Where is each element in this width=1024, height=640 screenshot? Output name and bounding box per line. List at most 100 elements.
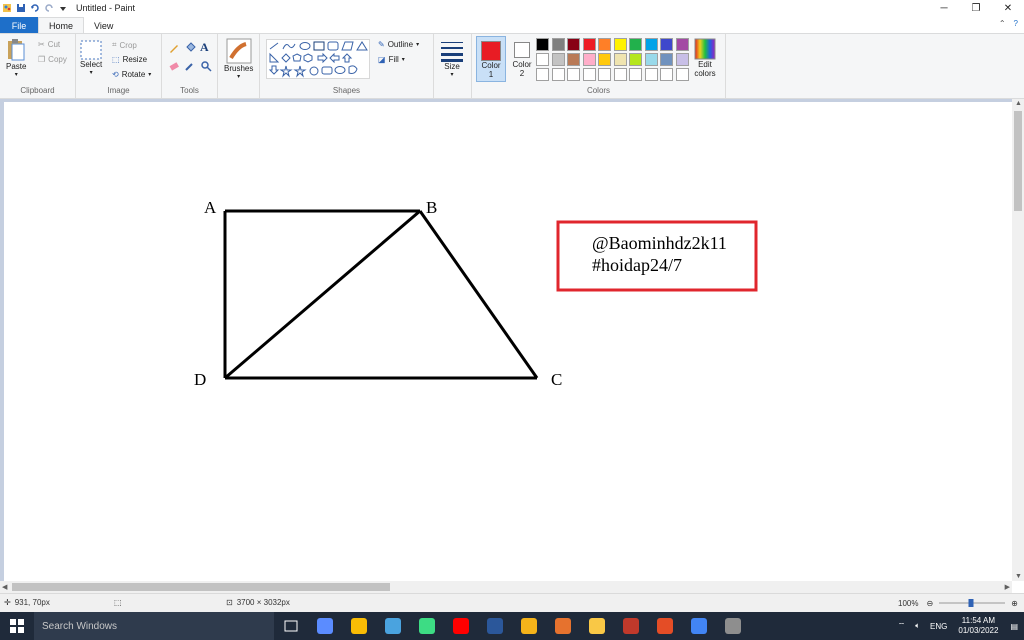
taskbar-app-icon[interactable] xyxy=(478,612,512,640)
redo-icon[interactable] xyxy=(44,3,54,13)
edit-colors-button[interactable]: Edit colors xyxy=(694,38,716,78)
vertical-scroll-thumb[interactable] xyxy=(1014,111,1022,211)
taskbar-app-icon[interactable] xyxy=(512,612,546,640)
palette-swatch[interactable] xyxy=(567,53,580,66)
clock[interactable]: 11:54 AM 01/03/2022 xyxy=(958,616,998,636)
horizontal-scroll-thumb[interactable] xyxy=(12,583,390,591)
task-view-button[interactable] xyxy=(274,612,308,640)
file-menu[interactable]: File xyxy=(0,17,38,34)
customize-qat-icon[interactable] xyxy=(58,3,68,13)
palette-swatch[interactable] xyxy=(613,53,627,66)
palette-swatch[interactable] xyxy=(598,53,611,66)
palette-swatch[interactable] xyxy=(660,68,673,81)
zoom-slider[interactable] xyxy=(937,598,1007,608)
palette-swatch[interactable] xyxy=(551,38,565,51)
app-glyph xyxy=(521,618,537,634)
help-icon[interactable]: ? xyxy=(1014,19,1018,28)
palette-swatch[interactable] xyxy=(551,53,565,66)
palette-swatch[interactable] xyxy=(536,68,549,81)
language-indicator[interactable]: ENG xyxy=(930,622,947,631)
palette-swatch[interactable] xyxy=(660,53,673,66)
palette-swatch[interactable] xyxy=(644,68,658,81)
palette-swatch[interactable] xyxy=(582,38,596,51)
paste-button[interactable]: Paste ▾ xyxy=(6,38,26,78)
size-button[interactable]: Size ▾ xyxy=(440,40,464,78)
text-tool-icon[interactable]: A xyxy=(200,40,209,55)
scroll-left-icon[interactable]: ◀ xyxy=(2,583,7,591)
segment-bc xyxy=(418,210,539,379)
restore-button[interactable]: ❐ xyxy=(960,0,992,16)
palette-swatch[interactable] xyxy=(660,38,673,51)
magnifier-icon[interactable] xyxy=(200,60,212,72)
copy-button[interactable]: ❐ Copy xyxy=(38,55,67,64)
taskbar-app-icon[interactable] xyxy=(580,612,614,640)
shapes-gallery[interactable] xyxy=(266,39,370,79)
palette-swatch[interactable] xyxy=(644,38,658,51)
scroll-down-icon[interactable]: ▼ xyxy=(1015,573,1022,580)
selection-size-icon: ⬚ xyxy=(114,598,122,607)
palette-swatch[interactable] xyxy=(567,68,580,81)
crop-button[interactable]: ⌗ Crop xyxy=(112,40,137,50)
palette-swatch[interactable] xyxy=(675,68,689,81)
taskbar-app-icon[interactable] xyxy=(342,612,376,640)
taskbar-app-icon[interactable] xyxy=(308,612,342,640)
taskbar-app-icon[interactable] xyxy=(376,612,410,640)
tab-view[interactable]: View xyxy=(84,17,123,34)
palette-swatch[interactable] xyxy=(613,68,627,81)
palette-swatch[interactable] xyxy=(536,38,549,51)
horizontal-scrollbar[interactable]: ◀ ▶ xyxy=(0,581,1012,593)
close-button[interactable]: ✕ xyxy=(992,0,1024,16)
palette-swatch[interactable] xyxy=(629,38,642,51)
fill-bucket-icon[interactable] xyxy=(184,42,196,54)
outline-button[interactable]: ✎ Outline ▾ xyxy=(378,40,419,49)
zoom-in-icon[interactable]: ⊕ xyxy=(1011,599,1018,608)
color2-button[interactable]: Color 2 xyxy=(508,36,536,82)
rotate-button[interactable]: ⟲ Rotate ▾ xyxy=(112,70,151,79)
palette-swatch[interactable] xyxy=(644,53,658,66)
palette-swatch[interactable] xyxy=(582,53,596,66)
taskbar-app-icon[interactable] xyxy=(410,612,444,640)
save-icon[interactable] xyxy=(16,3,26,13)
zoom-slider-thumb[interactable] xyxy=(968,599,974,607)
color-picker-icon[interactable] xyxy=(184,60,196,72)
palette-swatch[interactable] xyxy=(582,68,596,81)
vertical-scrollbar[interactable]: ▲ ▼ xyxy=(1012,99,1024,581)
undo-icon[interactable] xyxy=(30,3,40,13)
palette-swatch[interactable] xyxy=(598,68,611,81)
scroll-up-icon[interactable]: ▲ xyxy=(1015,100,1022,107)
volume-icon[interactable]: 🔈︎ xyxy=(915,621,920,631)
palette-swatch[interactable] xyxy=(598,38,611,51)
palette-swatch[interactable] xyxy=(675,53,689,66)
collapse-ribbon-icon[interactable]: ⌃ xyxy=(999,19,1006,28)
palette-swatch[interactable] xyxy=(536,53,549,66)
resize-button[interactable]: ⬚ Resize xyxy=(112,55,147,64)
drawing-canvas[interactable]: A B C D @Baominhdz2k11 #hoidap24/7 xyxy=(4,102,1012,581)
palette-swatch[interactable] xyxy=(675,38,689,51)
color1-button[interactable]: Color 1 xyxy=(476,36,506,82)
zoom-out-icon[interactable]: ⊖ xyxy=(926,599,933,608)
brushes-button[interactable]: Brushes ▾ xyxy=(224,38,253,80)
taskbar-app-icon[interactable] xyxy=(716,612,750,640)
minimize-button[interactable]: ─ xyxy=(928,0,960,16)
cut-button[interactable]: ✂ Cut xyxy=(38,40,60,49)
fill-button[interactable]: ◪ Fill ▾ xyxy=(378,55,405,64)
network-icon[interactable]: ⌔ xyxy=(898,621,906,631)
palette-swatch[interactable] xyxy=(629,53,642,66)
palette-swatch[interactable] xyxy=(613,38,627,51)
taskbar-app-icon[interactable] xyxy=(614,612,648,640)
start-button[interactable] xyxy=(0,612,34,640)
taskbar-app-icon[interactable] xyxy=(648,612,682,640)
pencil-icon[interactable] xyxy=(168,42,180,54)
tab-home[interactable]: Home xyxy=(38,17,85,34)
notifications-icon[interactable]: ▤ xyxy=(1010,622,1018,631)
taskbar-app-icon[interactable] xyxy=(546,612,580,640)
taskbar-search[interactable]: Search Windows xyxy=(34,612,274,640)
palette-swatch[interactable] xyxy=(551,68,565,81)
scroll-right-icon[interactable]: ▶ xyxy=(1005,583,1010,591)
palette-swatch[interactable] xyxy=(629,68,642,81)
taskbar-app-icon[interactable] xyxy=(682,612,716,640)
palette-swatch[interactable] xyxy=(567,38,580,51)
taskbar-app-icon[interactable] xyxy=(444,612,478,640)
select-button[interactable]: Select ▾ xyxy=(80,40,102,76)
eraser-icon[interactable] xyxy=(168,60,180,72)
